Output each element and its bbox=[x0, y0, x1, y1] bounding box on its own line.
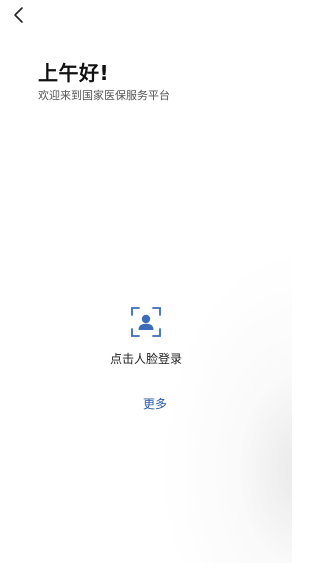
face-login-button[interactable]: 点击人脸登录 bbox=[96, 306, 196, 367]
face-login-label: 点击人脸登录 bbox=[109, 352, 182, 366]
back-button[interactable] bbox=[6, 2, 32, 28]
more-link[interactable]: 更多 bbox=[132, 395, 178, 412]
chevron-left-icon bbox=[14, 7, 23, 23]
login-screen: 上午好! 欢迎来到国家医保服务平台 点击人脸登录 更多 bbox=[0, 0, 292, 563]
face-scan-icon bbox=[131, 307, 161, 337]
greeting-title: 上午好! bbox=[38, 61, 110, 85]
welcome-subtitle: 欢迎来到国家医保服务平台 bbox=[38, 89, 170, 102]
